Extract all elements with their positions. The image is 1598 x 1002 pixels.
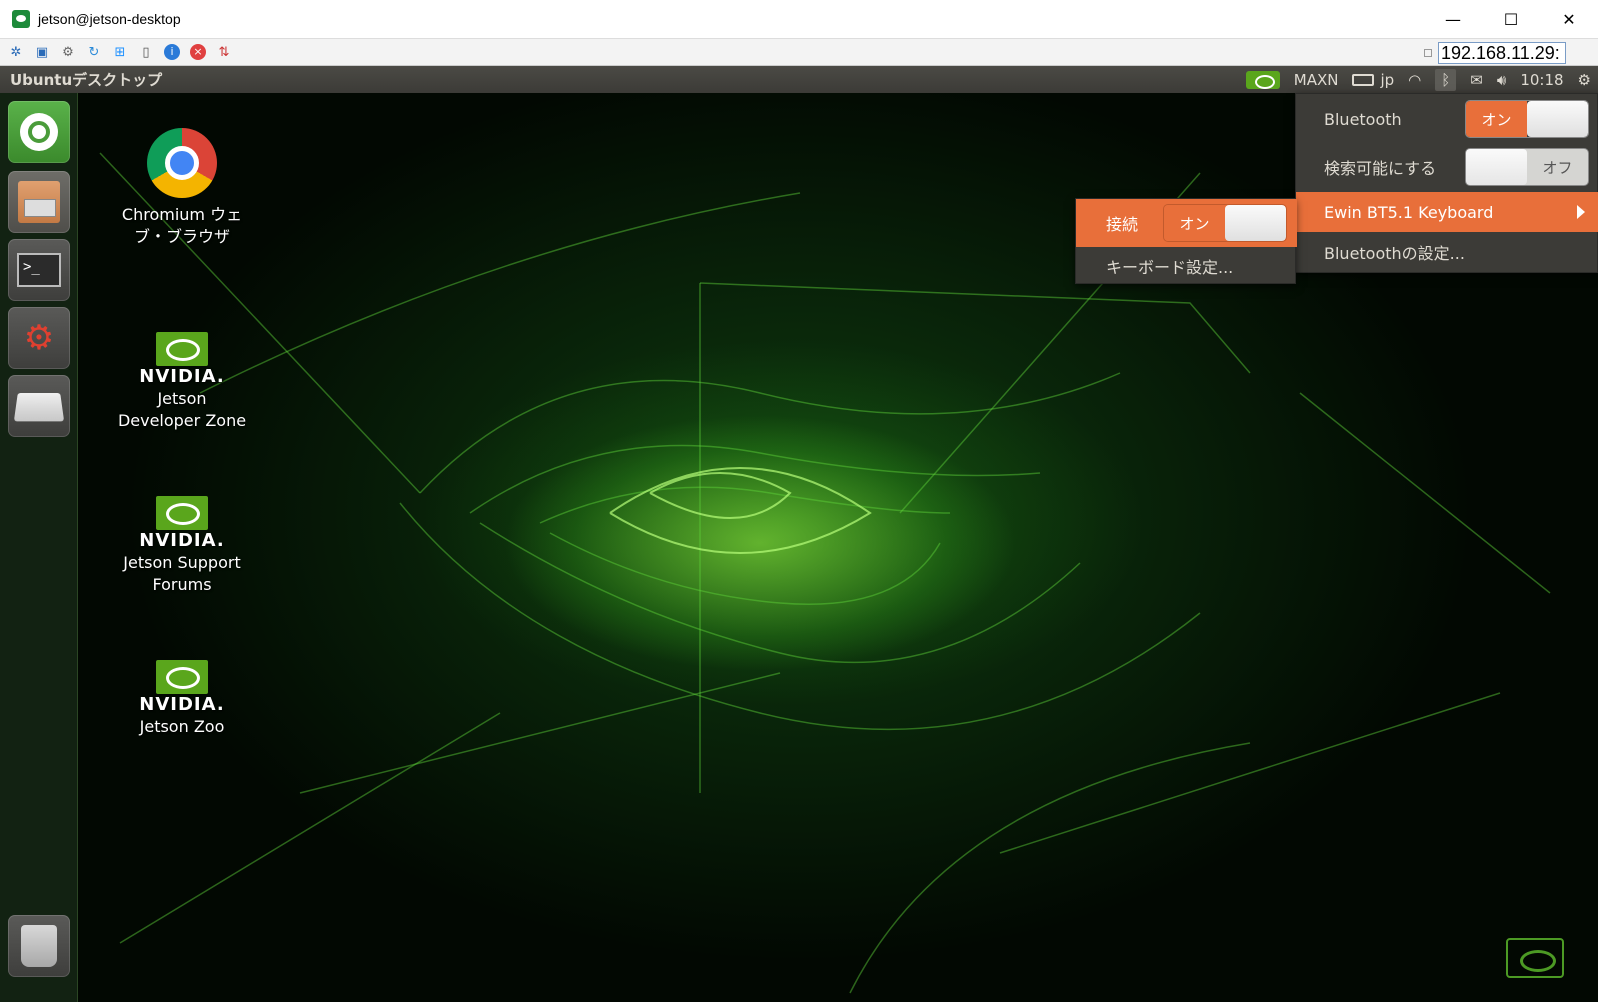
device-submenu: 接続 オン キーボード設定...	[1075, 198, 1297, 285]
trash-icon	[21, 925, 57, 967]
session-indicator[interactable]: ⚙	[1578, 71, 1591, 89]
address-marker-icon	[1424, 49, 1432, 57]
close-button[interactable]: ✕	[1540, 0, 1598, 38]
corner-nvidia-logo-icon	[1506, 938, 1564, 978]
gear-icon: ⚙	[1577, 70, 1591, 89]
forums-line1: Jetson Support	[123, 553, 241, 572]
bluetooth-label: Bluetooth	[1324, 109, 1402, 129]
developer-zone-line2: Developer Zone	[117, 411, 247, 430]
power-mode-indicator[interactable]: MAXN	[1294, 71, 1339, 89]
keyboard-settings-label: キーボード設定...	[1106, 258, 1234, 277]
panel-title: Ubuntuデスクトップ	[10, 71, 163, 89]
toggle-on-label: オン	[1466, 101, 1527, 137]
minimize-button[interactable]: —	[1424, 0, 1482, 38]
nvidia-eye-icon	[156, 332, 208, 366]
toggle-on-label: オン	[1164, 205, 1225, 241]
window-controls: — ☐ ✕	[1424, 0, 1598, 38]
bluetooth-power-row[interactable]: Bluetooth オン	[1296, 96, 1598, 142]
keyboard-icon	[1352, 73, 1375, 86]
forums-line2: Forums	[152, 575, 212, 594]
window-titlebar: jetson@jetson-desktop — ☐ ✕	[0, 0, 1598, 38]
connect-label: 接続	[1106, 215, 1139, 234]
wifi-indicator[interactable]: ◠	[1408, 71, 1421, 89]
vnc-toolbar: ✲ ▣ ⚙ ↻ ⊞ ▯ i × ⇅ 192.168.11.29:	[0, 38, 1598, 66]
maximize-button[interactable]: ☐	[1482, 0, 1540, 38]
nvidia-logo-icon	[1245, 70, 1280, 89]
launcher-dash-button[interactable]	[8, 101, 70, 163]
address-field[interactable]: 192.168.11.29:	[1438, 42, 1566, 64]
options-icon[interactable]: ✲	[6, 42, 26, 62]
connect-row[interactable]: 接続 オン	[1076, 199, 1297, 247]
submenu-arrow-icon	[1577, 205, 1585, 219]
windows-key-icon[interactable]: ⊞	[110, 42, 130, 62]
removable-drive-icon	[13, 393, 65, 422]
indicator-area: MAXN jp ◠ ᛒ ✉ 🔊︎ 10:18 ⚙	[1239, 66, 1598, 93]
desktop-icon-developer-zone[interactable]: NVIDIA. Jetson Developer Zone	[112, 332, 252, 432]
wifi-icon: ◠	[1408, 70, 1422, 89]
chromium-icon	[147, 128, 217, 198]
desktop-icon-jetson-zoo[interactable]: NVIDIA. Jetson Zoo	[112, 660, 252, 738]
nvidia-wordmark: NVIDIA.	[139, 530, 225, 551]
system-settings-icon: ⚙	[23, 318, 55, 358]
bluetooth-settings-item[interactable]: Bluetoothの設定...	[1296, 232, 1598, 272]
desktop-icon-chromium[interactable]: Chromium ウェ ブ・ブラウザ	[112, 128, 252, 248]
nvidia-indicator[interactable]	[1245, 70, 1280, 89]
launcher-terminal-button[interactable]: >_	[8, 239, 70, 301]
nvidia-eye-icon	[156, 660, 208, 694]
toggle-knob	[1527, 101, 1588, 137]
bluetooth-icon: ᛒ	[1441, 70, 1451, 89]
discoverable-toggle[interactable]: オフ	[1465, 148, 1589, 186]
fullscreen-icon[interactable]: ▣	[32, 42, 52, 62]
settings-icon[interactable]: ⚙	[58, 42, 78, 62]
bluetooth-power-toggle[interactable]: オン	[1465, 100, 1589, 138]
nvidia-wordmark: NVIDIA.	[139, 694, 225, 715]
refresh-icon[interactable]: ↻	[84, 42, 104, 62]
device-label: Ewin BT5.1 Keyboard	[1324, 202, 1494, 222]
envelope-icon: ✉	[1470, 70, 1483, 89]
ubuntu-top-panel: Ubuntuデスクトップ MAXN jp ◠ ᛒ ✉ 🔊︎ 10:18 ⚙	[0, 66, 1598, 93]
info-icon[interactable]: i	[162, 42, 182, 62]
jetson-zoo-label: Jetson Zoo	[139, 717, 225, 736]
toggle-knob	[1466, 149, 1527, 185]
keyboard-indicator[interactable]: jp	[1352, 71, 1394, 89]
window-title: jetson@jetson-desktop	[38, 11, 181, 27]
unity-launcher: >_ ⚙	[0, 93, 78, 1002]
terminal-icon: >_	[17, 253, 61, 287]
toggle-knob	[1225, 205, 1286, 241]
toggle-off-label: オフ	[1542, 158, 1573, 177]
desktop-icon-support-forums[interactable]: NVIDIA. Jetson Support Forums	[112, 496, 252, 596]
clock[interactable]: 10:18	[1520, 71, 1563, 89]
vnc-app-icon	[12, 10, 30, 28]
chromium-label-line2: ブ・ブラウザ	[133, 227, 230, 246]
keyboard-settings-item[interactable]: キーボード設定...	[1076, 247, 1297, 285]
launcher-files-button[interactable]	[8, 171, 70, 233]
ctrl-alt-del-icon[interactable]: ▯	[136, 42, 156, 62]
messages-indicator[interactable]: ✉	[1470, 71, 1483, 89]
discoverable-row[interactable]: 検索可能にする オフ	[1296, 144, 1598, 190]
discoverable-label: 検索可能にする	[1324, 159, 1437, 178]
launcher-drive-button[interactable]	[8, 375, 70, 437]
bluetooth-indicator[interactable]: ᛒ	[1435, 68, 1457, 91]
speaker-icon: 🔊︎	[1496, 70, 1507, 89]
nvidia-eye-icon	[156, 496, 208, 530]
ubuntu-logo-icon	[20, 113, 58, 151]
bluetooth-menu: Bluetooth オン 検索可能にする オフ Ewin BT5.1 Keybo…	[1295, 93, 1598, 273]
bluetooth-settings-label: Bluetoothの設定...	[1324, 244, 1465, 263]
connect-toggle[interactable]: オン	[1163, 204, 1287, 242]
launcher-trash-button[interactable]	[8, 915, 70, 977]
launcher-settings-button[interactable]: ⚙	[8, 307, 70, 369]
developer-zone-line1: Jetson	[157, 389, 207, 408]
disconnect-icon[interactable]: ×	[188, 42, 208, 62]
nvidia-wordmark: NVIDIA.	[139, 366, 225, 387]
device-ewin-keyboard-item[interactable]: Ewin BT5.1 Keyboard	[1296, 192, 1598, 232]
file-cabinet-icon	[18, 181, 60, 223]
address-area: 192.168.11.29:	[1424, 42, 1566, 64]
sound-indicator[interactable]: 🔊︎	[1497, 71, 1506, 89]
keyboard-layout-label: jp	[1380, 70, 1395, 89]
chromium-label-line1: Chromium ウェ	[121, 205, 243, 224]
transfer-icon[interactable]: ⇅	[214, 42, 234, 62]
